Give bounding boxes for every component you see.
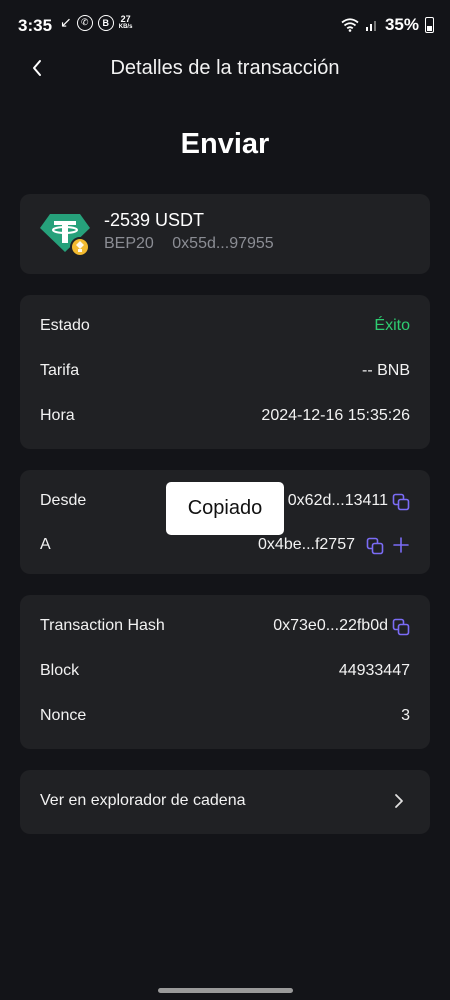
status-bar: 3:35 ↙ ✆ B 27 KB/s 35% bbox=[0, 0, 450, 52]
nonce-label: Nonce bbox=[40, 707, 87, 724]
header-title: Detalles de la transacción bbox=[110, 57, 340, 79]
status-time: 3:35 bbox=[18, 16, 53, 35]
from-label: Desde bbox=[40, 492, 87, 509]
details-card: Estado Éxito Tarifa -- BNB Hora 2024-12-… bbox=[20, 295, 430, 449]
status-label: Estado bbox=[40, 317, 90, 334]
network-speed-value: 27 bbox=[120, 13, 131, 24]
from-address: 0x62d...13411 bbox=[287, 492, 388, 509]
copy-icon[interactable] bbox=[366, 537, 384, 555]
token-address: 0x55d...97955 bbox=[172, 235, 274, 252]
token-card: -2539 USDT BEP20 0x55d...97955 bbox=[20, 194, 430, 274]
explorer-label: Ver en explorador de cadena bbox=[40, 792, 246, 809]
nonce-row: Nonce 3 bbox=[40, 703, 410, 729]
hash-label: Transaction Hash bbox=[40, 617, 165, 634]
block-value: 44933447 bbox=[338, 662, 410, 679]
gesture-nav-bar[interactable] bbox=[158, 988, 293, 993]
hash-value: 0x73e0...22fb0d bbox=[273, 617, 388, 634]
tether-icon bbox=[40, 214, 90, 257]
status-right: 35% bbox=[341, 15, 434, 35]
copy-icon[interactable] bbox=[392, 493, 410, 511]
fee-row: Tarifa -- BNB bbox=[40, 358, 410, 384]
token-network: BEP20 bbox=[104, 235, 154, 252]
time-value: 2024-12-16 15:35:26 bbox=[261, 407, 410, 424]
add-contact-icon[interactable] bbox=[392, 536, 410, 554]
top-bar: Detalles de la transacción bbox=[0, 52, 450, 86]
token-sub: BEP20 0x55d...97955 bbox=[104, 235, 288, 253]
signal-icon bbox=[365, 21, 376, 31]
time-row: Hora 2024-12-16 15:35:26 bbox=[40, 403, 410, 429]
missed-call-icon: ↙ bbox=[60, 14, 72, 30]
status-value: Éxito bbox=[374, 317, 410, 334]
network-speed: 27 KB/s bbox=[118, 13, 133, 31]
hash-row: Transaction Hash 0x73e0...22fb0d bbox=[40, 613, 410, 639]
battery-icon bbox=[425, 17, 434, 33]
bnb-icon bbox=[70, 237, 90, 257]
wifi-icon bbox=[341, 18, 359, 32]
status-icons: ↙ ✆ B 27 KB/s bbox=[60, 14, 132, 31]
to-address: 0x4be...f2757 bbox=[258, 536, 355, 553]
chevron-right-icon bbox=[395, 794, 403, 808]
block-label: Block bbox=[40, 662, 80, 679]
copy-icon[interactable] bbox=[392, 618, 410, 636]
transaction-amount: -2539 USDT bbox=[104, 210, 205, 230]
chain-info-card: Transaction Hash 0x73e0...22fb0d Block 4… bbox=[20, 595, 430, 749]
network-speed-unit: KB/s bbox=[118, 23, 133, 30]
page-title: Enviar bbox=[180, 128, 270, 160]
copied-toast: Copiado bbox=[166, 482, 284, 535]
block-row: Block 44933447 bbox=[40, 658, 410, 684]
fee-label: Tarifa bbox=[40, 362, 80, 379]
fee-value: -- BNB bbox=[362, 362, 410, 379]
view-in-explorer-button[interactable]: Ver en explorador de cadena bbox=[20, 770, 430, 834]
battery-percent: 35% bbox=[384, 15, 419, 34]
nonce-value: 3 bbox=[401, 707, 410, 724]
whatsapp-icon: ✆ bbox=[76, 14, 93, 31]
b-icon: B bbox=[97, 14, 114, 31]
status-row: Estado Éxito bbox=[40, 313, 410, 339]
time-label: Hora bbox=[40, 407, 75, 424]
to-row: A 0x4be...f2757 bbox=[40, 532, 410, 558]
to-label: A bbox=[40, 536, 51, 553]
